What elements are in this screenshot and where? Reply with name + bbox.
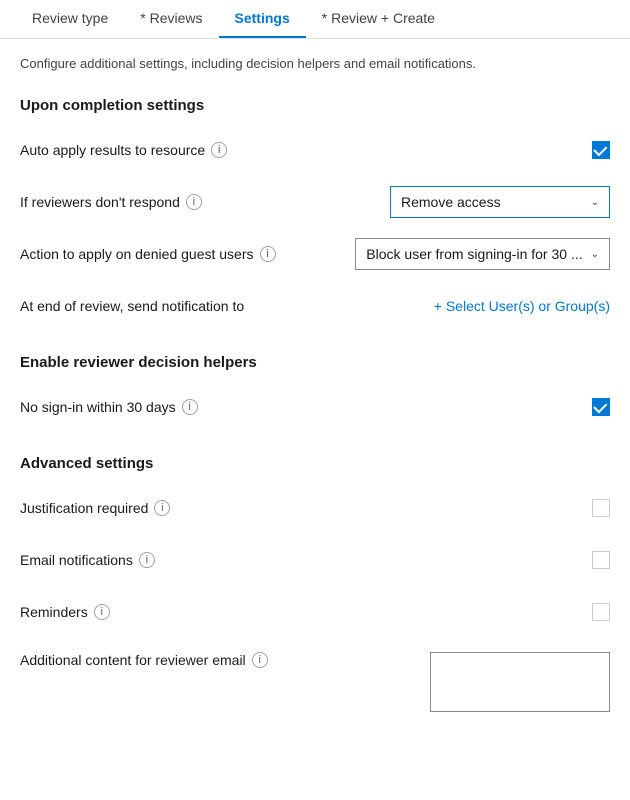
if-reviewers-dropdown[interactable]: Remove access ⌄ [390, 186, 610, 218]
end-of-review-label-text: At end of review, send notification to [20, 298, 244, 314]
no-sign-in-checkbox[interactable] [592, 398, 610, 416]
email-notifications-row: Email notifications i [20, 544, 610, 576]
email-notifications-label: Email notifications i [20, 552, 155, 568]
reminders-info-icon[interactable]: i [94, 604, 110, 620]
tab-settings[interactable]: Settings [219, 0, 306, 38]
reminders-checkbox[interactable] [592, 603, 610, 621]
reminders-label: Reminders i [20, 604, 110, 620]
upon-completion-title: Upon completion settings [20, 97, 610, 114]
additional-content-textarea[interactable] [430, 652, 610, 712]
action-denied-info-icon[interactable]: i [260, 246, 276, 262]
upon-completion-section: Upon completion settings Auto apply resu… [20, 97, 610, 322]
tab-reviews[interactable]: Reviews [124, 0, 218, 38]
no-sign-in-label: No sign-in within 30 days i [20, 399, 198, 415]
action-denied-dropdown-arrow: ⌄ [591, 249, 599, 260]
select-user-link[interactable]: + Select User(s) or Group(s) [434, 298, 610, 314]
justification-checkbox[interactable] [592, 499, 610, 517]
main-content: Configure additional settings, including… [0, 39, 630, 760]
no-sign-in-info-icon[interactable]: i [182, 399, 198, 415]
if-reviewers-dropdown-arrow: ⌄ [591, 197, 599, 208]
if-reviewers-label-text: If reviewers don't respond [20, 194, 180, 210]
justification-control [592, 499, 610, 517]
auto-apply-info-icon[interactable]: i [211, 142, 227, 158]
action-denied-dropdown-value: Block user from signing-in for 30 ... [366, 246, 582, 262]
action-denied-label: Action to apply on denied guest users i [20, 246, 276, 262]
additional-content-control [430, 652, 610, 712]
auto-apply-label-text: Auto apply results to resource [20, 142, 205, 158]
decision-helpers-section: Enable reviewer decision helpers No sign… [20, 354, 610, 423]
auto-apply-label: Auto apply results to resource i [20, 142, 227, 158]
tab-navigation: Review type Reviews Settings Review + Cr… [0, 0, 630, 39]
reminders-row: Reminders i [20, 596, 610, 628]
action-denied-label-text: Action to apply on denied guest users [20, 246, 254, 262]
tab-review-type[interactable]: Review type [16, 0, 124, 38]
decision-helpers-title: Enable reviewer decision helpers [20, 354, 610, 371]
email-notifications-control [592, 551, 610, 569]
email-notifications-checkbox[interactable] [592, 551, 610, 569]
no-sign-in-row: No sign-in within 30 days i [20, 391, 610, 423]
end-of-review-label: At end of review, send notification to [20, 298, 244, 314]
email-notifications-label-text: Email notifications [20, 552, 133, 568]
email-notifications-info-icon[interactable]: i [139, 552, 155, 568]
auto-apply-row: Auto apply results to resource i [20, 134, 610, 166]
page-description: Configure additional settings, including… [20, 55, 610, 73]
additional-content-row: Additional content for reviewer email i [20, 648, 610, 712]
if-reviewers-label: If reviewers don't respond i [20, 194, 202, 210]
auto-apply-control [592, 141, 610, 159]
action-denied-dropdown[interactable]: Block user from signing-in for 30 ... ⌄ [355, 238, 610, 270]
if-reviewers-info-icon[interactable]: i [186, 194, 202, 210]
action-denied-control: Block user from signing-in for 30 ... ⌄ [355, 238, 610, 270]
additional-content-label-text: Additional content for reviewer email [20, 652, 246, 668]
if-reviewers-dropdown-value: Remove access [401, 194, 501, 210]
end-of-review-control: + Select User(s) or Group(s) [434, 298, 610, 314]
no-sign-in-control [592, 398, 610, 416]
auto-apply-checkbox[interactable] [592, 141, 610, 159]
tab-review-create[interactable]: Review + Create [306, 0, 451, 38]
end-of-review-row: At end of review, send notification to +… [20, 290, 610, 322]
if-reviewers-control: Remove access ⌄ [390, 186, 610, 218]
justification-label: Justification required i [20, 500, 170, 516]
additional-content-label: Additional content for reviewer email i [20, 652, 268, 668]
action-denied-row: Action to apply on denied guest users i … [20, 238, 610, 270]
reminders-label-text: Reminders [20, 604, 88, 620]
advanced-settings-section: Advanced settings Justification required… [20, 455, 610, 712]
advanced-settings-title: Advanced settings [20, 455, 610, 472]
justification-label-text: Justification required [20, 500, 148, 516]
no-sign-in-label-text: No sign-in within 30 days [20, 399, 176, 415]
if-reviewers-row: If reviewers don't respond i Remove acce… [20, 186, 610, 218]
reminders-control [592, 603, 610, 621]
justification-info-icon[interactable]: i [154, 500, 170, 516]
justification-row: Justification required i [20, 492, 610, 524]
additional-content-info-icon[interactable]: i [252, 652, 268, 668]
